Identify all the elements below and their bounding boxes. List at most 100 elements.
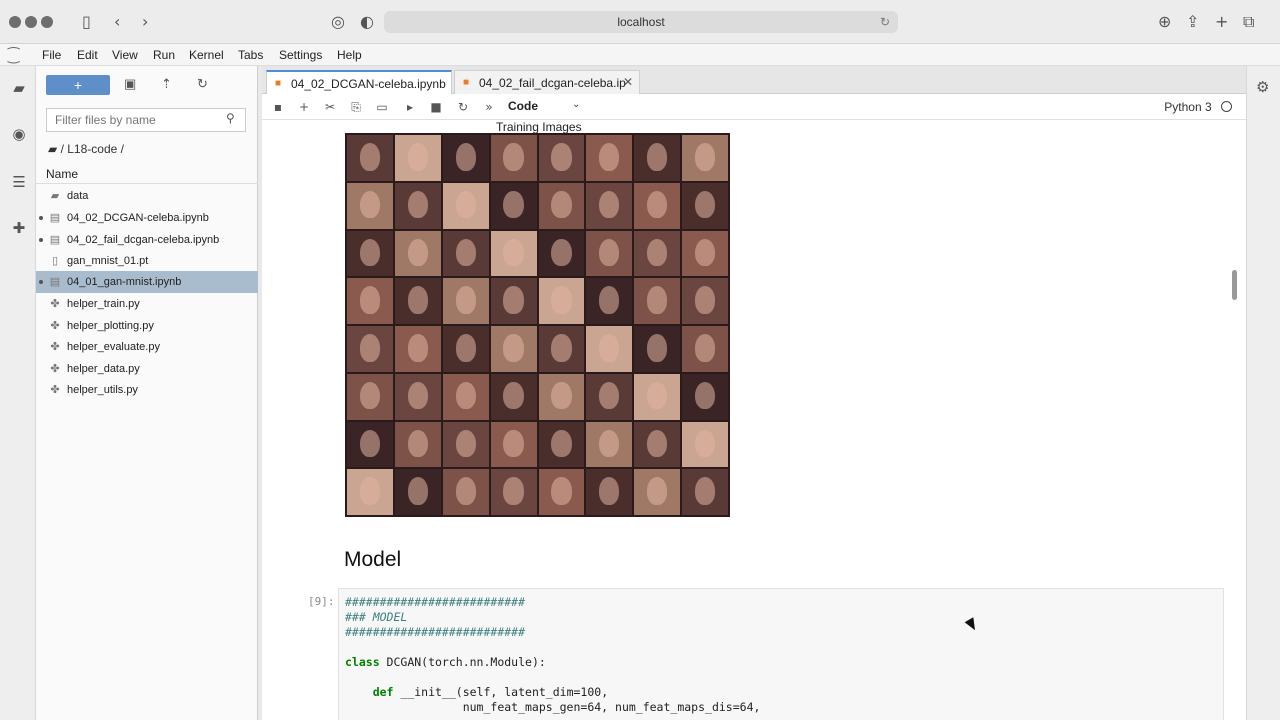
python-file-icon: ✤ xyxy=(50,384,60,396)
file-row[interactable]: ▯ gan_mnist_01.pt xyxy=(36,250,258,272)
training-image-thumbnail xyxy=(586,326,633,372)
training-image-thumbnail xyxy=(347,469,393,515)
close-icon[interactable]: ✕ xyxy=(623,75,633,89)
file-name: helper_train.py xyxy=(67,298,140,310)
file-name: helper_data.py xyxy=(67,363,140,375)
training-image-thumbnail xyxy=(538,135,585,181)
training-image-thumbnail xyxy=(586,278,633,324)
training-image-thumbnail xyxy=(442,469,489,515)
tab-dcgan-celeba[interactable]: ■ 04_02_DCGAN-celeba.ipynb xyxy=(266,70,452,94)
file-row[interactable]: ▤ 04_02_DCGAN-celeba.ipynb xyxy=(36,207,258,229)
file-row[interactable]: ▤ 04_02_fail_dcgan-celeba.ipynb xyxy=(36,229,258,251)
run-icon[interactable]: ▸ xyxy=(402,100,418,114)
training-image-thumbnail xyxy=(538,469,585,515)
kernel-status-icon xyxy=(1221,101,1232,112)
menu-edit[interactable]: Edit xyxy=(77,48,98,62)
tab-overview-icon[interactable]: ⧉ xyxy=(1243,12,1254,32)
save-icon[interactable]: ▪ xyxy=(270,100,286,114)
upload-icon[interactable]: ⇡ xyxy=(161,76,172,92)
copy-icon[interactable]: ⎘ xyxy=(348,100,364,115)
cell-prompt: [9]: xyxy=(308,595,335,608)
training-image-thumbnail xyxy=(634,135,681,181)
commands-icon[interactable]: ☰ xyxy=(10,174,28,192)
stop-icon[interactable]: ■ xyxy=(428,100,444,114)
new-folder-icon[interactable]: ▣ xyxy=(124,76,136,92)
breadcrumb[interactable]: ▰ / L18-code / xyxy=(48,142,124,156)
training-image-thumbnail xyxy=(347,278,393,324)
training-image-thumbnail xyxy=(347,421,393,468)
file-row[interactable]: ✤ helper_data.py xyxy=(36,358,258,380)
code-line: ########################## xyxy=(345,595,525,609)
menu-settings[interactable]: Settings xyxy=(279,48,322,62)
menu-view[interactable]: View xyxy=(112,48,138,62)
restart-icon[interactable]: ↻ xyxy=(455,100,471,114)
sidebar-toggle-icon[interactable]: ▯ xyxy=(82,12,91,31)
menu-file[interactable]: File xyxy=(42,48,61,62)
downloads-icon[interactable]: ⊕ xyxy=(1158,12,1171,31)
training-image-thumbnail xyxy=(442,373,489,420)
zoom-window-button[interactable] xyxy=(41,16,53,28)
kernel-indicator[interactable]: Python 3 xyxy=(1164,100,1232,114)
address-bar[interactable]: localhost ↻ xyxy=(384,11,898,33)
menu-kernel[interactable]: Kernel xyxy=(189,48,224,62)
menu-run[interactable]: Run xyxy=(153,48,175,62)
extensions-icon[interactable]: ✚ xyxy=(10,220,28,238)
training-image-thumbnail xyxy=(538,182,585,229)
markdown-heading: Model xyxy=(344,548,402,571)
share-icon[interactable]: ⇪ xyxy=(1186,12,1199,31)
training-image-thumbnail xyxy=(586,182,633,229)
running-icon[interactable]: ◉ xyxy=(10,126,28,144)
fast-forward-icon[interactable]: » xyxy=(481,100,497,114)
training-image-thumbnail xyxy=(394,326,441,372)
running-indicator xyxy=(39,238,43,242)
reload-icon[interactable]: ↻ xyxy=(880,11,890,33)
refresh-icon[interactable]: ↻ xyxy=(197,76,208,92)
name-column-header[interactable]: Name xyxy=(36,164,258,184)
file-row[interactable]: ✤ helper_plotting.py xyxy=(36,315,258,337)
training-image-thumbnail xyxy=(347,326,393,372)
code-line: class DCGAN(torch.nn.Module): xyxy=(345,655,546,669)
menu-help[interactable]: Help xyxy=(337,48,362,62)
back-icon[interactable]: ‹ xyxy=(114,12,120,31)
new-launcher-button[interactable]: + xyxy=(46,75,110,95)
file-row[interactable]: ▤ 04_01_gan-mnist.ipynb xyxy=(36,271,258,293)
code-comment: ########################## xyxy=(345,625,526,639)
browser-toolbar: ▯ ‹ › ◎ ◐ localhost ↻ ⊕ ⇪ + ⧉ xyxy=(0,0,1280,44)
training-image-thumbnail xyxy=(347,182,393,229)
training-image-thumbnail xyxy=(682,421,728,468)
shield-icon[interactable]: ◐ xyxy=(360,12,374,31)
tab-bar: ■ 04_02_DCGAN-celeba.ipynb ■ 04_02_fail_… xyxy=(262,66,1246,94)
tab-fail-dcgan-celeba[interactable]: ■ 04_02_fail_dcgan-celeba.ip ✕ xyxy=(454,70,640,94)
training-image-thumbnail xyxy=(538,326,585,372)
minimize-window-button[interactable] xyxy=(25,16,37,28)
file-row[interactable]: ▰ data xyxy=(36,185,258,207)
file-name: helper_plotting.py xyxy=(67,320,154,332)
new-tab-icon[interactable]: + xyxy=(1215,12,1228,31)
training-image-thumbnail xyxy=(394,421,441,468)
menu-tabs[interactable]: Tabs xyxy=(238,48,263,62)
file-row[interactable]: ✤ helper_train.py xyxy=(36,293,258,315)
close-window-button[interactable] xyxy=(9,16,21,28)
code-cell[interactable]: ########################## ### MODEL #####… xyxy=(338,588,1224,720)
training-image-thumbnail xyxy=(490,373,537,420)
cut-icon[interactable]: ✂ xyxy=(322,100,338,114)
privacy-icon[interactable]: ◎ xyxy=(331,12,345,31)
paste-icon[interactable]: ▭ xyxy=(374,100,390,114)
forward-icon[interactable]: › xyxy=(142,12,148,31)
notebook-toolbar: ▪ + ✂ ⎘ ▭ ▸ ■ ↻ » Code ⌄ Python 3 xyxy=(262,94,1246,120)
tab-label: 04_02_DCGAN-celeba.ipynb xyxy=(291,77,446,91)
filter-files-input[interactable] xyxy=(46,108,246,132)
scrollbar-thumb[interactable] xyxy=(1232,270,1237,300)
file-name: 04_02_DCGAN-celeba.ipynb xyxy=(67,212,209,224)
insert-cell-icon[interactable]: + xyxy=(296,100,312,114)
chevron-down-icon[interactable]: ⌄ xyxy=(572,99,580,110)
file-row[interactable]: ✤ helper_evaluate.py xyxy=(36,336,258,358)
code-comment: ########################## xyxy=(345,595,526,609)
notebook-content[interactable]: Training Images Model [9]: #############… xyxy=(262,120,1246,720)
folder-icon[interactable]: ▰ xyxy=(10,80,28,98)
file-row[interactable]: ✤ helper_utils.py xyxy=(36,379,258,401)
code-keyword: def xyxy=(372,685,394,699)
kernel-name: Python 3 xyxy=(1164,100,1212,114)
property-inspector-icon[interactable]: ⚙ xyxy=(1256,78,1269,96)
code-keyword: class xyxy=(345,655,380,669)
